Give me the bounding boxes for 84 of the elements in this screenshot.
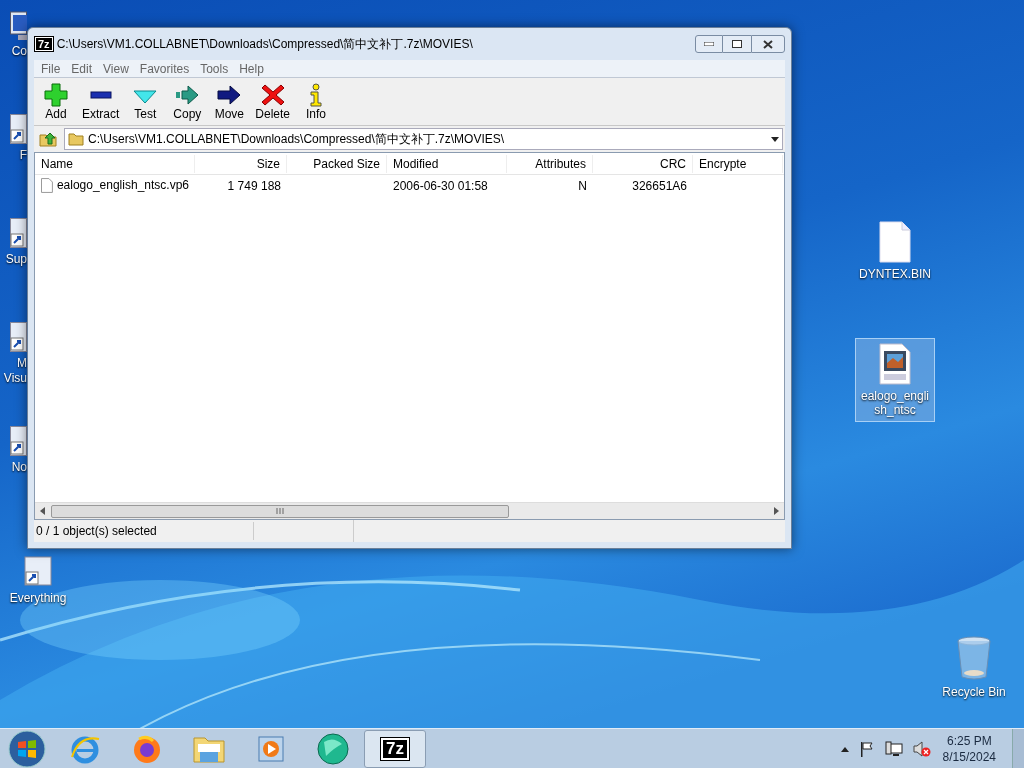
- arrow-icon: [175, 82, 200, 107]
- menu-item[interactable]: Favorites: [135, 59, 194, 78]
- file-row[interactable]: ealogo_english_ntsc.vp6 1 749 188 2006-06-30 01:58 N 326651A6: [35, 175, 784, 195]
- column-header[interactable]: Attributes: [507, 154, 593, 173]
- volume-muted-icon[interactable]: [912, 740, 931, 757]
- menu-item[interactable]: Tools: [196, 59, 233, 78]
- shortcut-icon: [10, 114, 27, 144]
- icon-label: M Visu: [2, 356, 27, 386]
- icon-label: Sup: [4, 252, 27, 267]
- address-field[interactable]: C:\Users\VM1.COLLABNET\Downloads\Compressed\简中文补丁.7z\MOVIES\: [64, 128, 783, 150]
- clock-time[interactable]: 6:25 PM: [946, 732, 992, 749]
- logo-icon: 7z: [381, 737, 409, 760]
- windows-start-icon: [8, 729, 46, 768]
- media-player-icon: [256, 733, 286, 764]
- icon-label: F: [18, 148, 27, 163]
- column-header[interactable]: Encrypte: [693, 154, 783, 173]
- minimize-icon: [704, 42, 714, 46]
- folder-up-icon: [39, 131, 57, 147]
- column-header[interactable]: Name: [35, 154, 195, 173]
- table-cell-text: ealogo_english_ntsc.vp6: [56, 177, 189, 194]
- scrollbar-thumb[interactable]: [51, 504, 509, 518]
- grip-icon: [276, 508, 284, 514]
- icon-label: Co: [10, 44, 27, 59]
- menu-item[interactable]: Edit: [67, 59, 97, 78]
- desktop-icon[interactable]: Everything: [0, 550, 78, 610]
- desktop-icon[interactable]: F: [0, 92, 27, 196]
- network-icon[interactable]: [884, 740, 903, 757]
- table-cell: N: [578, 179, 587, 193]
- desktop-icon[interactable]: Co: [0, 0, 27, 92]
- shortcut-icon: [10, 426, 27, 456]
- column-header[interactable]: Size: [195, 154, 287, 173]
- clock-date[interactable]: 8/15/2024: [942, 748, 996, 765]
- menu-item[interactable]: Help: [235, 59, 268, 78]
- maximize-button[interactable]: [723, 35, 751, 53]
- icon-label: DYNTEX.BIN: [859, 267, 931, 281]
- window-title: C:\Users\VM1.COLLABNET\Downloads\Compressed\简中文补丁.7z\MOVIES\: [56, 36, 474, 53]
- flag-icon[interactable]: [858, 740, 875, 757]
- table-cell: 1 749 188: [227, 179, 281, 193]
- circle-app-icon: [316, 731, 350, 766]
- menu-item[interactable]: View: [99, 59, 133, 78]
- desktop-icon[interactable]: M Visu: [0, 300, 27, 404]
- desktop-icon[interactable]: No: [0, 404, 27, 508]
- shortcut-icon: [10, 218, 27, 248]
- column-header[interactable]: Packed Size: [287, 154, 387, 173]
- shortcut-icon: [10, 322, 27, 352]
- status-text: 0 / 1 object(s) selected: [34, 522, 254, 540]
- horizontal-scrollbar[interactable]: [35, 502, 784, 519]
- info-icon: [308, 82, 325, 107]
- arrow-icon: [217, 82, 242, 107]
- shortcut-icon: [23, 555, 53, 587]
- app-logo-icon: 7z: [35, 37, 53, 51]
- chevron-up-icon[interactable]: [840, 745, 849, 752]
- close-button[interactable]: [751, 35, 785, 53]
- file-icon: [41, 177, 53, 193]
- column-header[interactable]: Modified: [387, 154, 507, 173]
- plus-icon: [44, 82, 68, 107]
- icon-label: No: [10, 460, 27, 475]
- toolbar-button[interactable]: Add: [36, 82, 76, 121]
- icon-label: Everything: [9, 591, 67, 605]
- icon-label: Recycle Bin: [942, 685, 1006, 699]
- taskbar-button[interactable]: 7z: [364, 729, 426, 768]
- folder-icon: [68, 132, 84, 146]
- toolbar-button[interactable]: Move: [209, 82, 250, 121]
- toolbar-button[interactable]: Copy: [167, 82, 208, 121]
- desktop-icon[interactable]: Sup: [0, 196, 27, 300]
- close-icon: [763, 39, 773, 49]
- show-desktop-button[interactable]: [1012, 728, 1024, 768]
- dropdown-arrow-icon: [771, 136, 779, 142]
- recycle-bin-icon: [955, 635, 993, 681]
- column-header[interactable]: CRC: [593, 154, 693, 173]
- menu-item[interactable]: File: [37, 59, 65, 78]
- delete-icon: [260, 82, 285, 107]
- file-icon: [878, 221, 912, 263]
- toolbar-button[interactable]: Delete: [251, 82, 295, 121]
- minus-icon: [89, 90, 112, 99]
- video-file-icon: [878, 343, 912, 385]
- restore-icon: [732, 40, 742, 48]
- table-cell: 2006-06-30 01:58: [393, 179, 488, 193]
- toolbar-button[interactable]: Test: [125, 82, 166, 121]
- icon-label: ealogo_english_ntsc: [859, 389, 931, 417]
- table-cell: 326651A6: [632, 179, 687, 193]
- toolbar-button[interactable]: Extract: [78, 82, 124, 121]
- toolbar-button[interactable]: Info: [296, 82, 337, 121]
- desktop-icon[interactable]: DYNTEX.BIN: [855, 216, 935, 286]
